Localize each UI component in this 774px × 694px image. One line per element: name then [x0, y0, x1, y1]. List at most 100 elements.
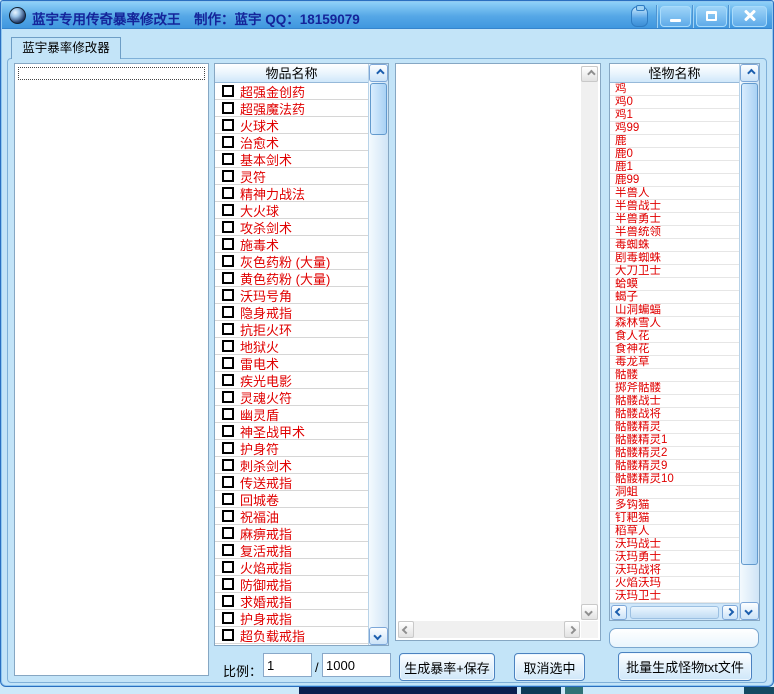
monster-row[interactable]: 鸡0 [610, 96, 739, 109]
monster-row[interactable]: 剧毒蜘蛛 [610, 252, 739, 265]
output-vertical-scrollbar[interactable] [581, 66, 598, 620]
scroll-right-button[interactable] [722, 605, 738, 620]
title-bar[interactable]: 蓝宇专用传奇暴率修改王 制作：蓝宇 QQ：18159079 [2, 2, 772, 29]
item-checkbox[interactable] [222, 289, 234, 301]
item-row[interactable]: 黄色药粉 (大量) [215, 270, 368, 287]
monster-row[interactable]: 骷髅精灵 [610, 421, 739, 434]
item-row[interactable]: 复活戒指 [215, 542, 368, 559]
monster-row[interactable]: 沃玛卫士 [610, 590, 739, 603]
monster-row[interactable]: 大刀卫士 [610, 265, 739, 278]
item-row[interactable]: 雷电术 [215, 355, 368, 372]
scroll-down-button[interactable] [581, 604, 598, 620]
tab-rate-modifier[interactable]: 蓝宇暴率修改器 [11, 37, 121, 59]
item-row[interactable]: 传送戒指 [215, 474, 368, 491]
monster-row[interactable]: 半兽勇士 [610, 213, 739, 226]
item-checkbox[interactable] [222, 629, 234, 641]
monster-row[interactable]: 毒龙草 [610, 356, 739, 369]
item-checkbox[interactable] [222, 340, 234, 352]
monsters-horizontal-scrollbar[interactable] [610, 603, 739, 620]
close-button[interactable] [732, 6, 767, 27]
item-row[interactable]: 火焰戒指 [215, 559, 368, 576]
items-scrollbar[interactable] [368, 64, 388, 645]
monster-row[interactable]: 半兽人 [610, 187, 739, 200]
maximize-button[interactable] [696, 6, 727, 27]
monster-row[interactable]: 沃玛勇士 [610, 551, 739, 564]
item-row[interactable]: 地狱火 [215, 338, 368, 355]
scroll-up-button[interactable] [581, 66, 598, 82]
item-checkbox[interactable] [222, 476, 234, 488]
monster-row[interactable]: 鸡99 [610, 122, 739, 135]
item-checkbox[interactable] [222, 272, 234, 284]
item-row[interactable]: 大火球 [215, 202, 368, 219]
item-checkbox[interactable] [222, 374, 234, 386]
monster-row[interactable]: 骷髅精灵10 [610, 473, 739, 486]
item-row[interactable]: 超强魔法药 [215, 100, 368, 117]
scroll-right-button[interactable] [564, 621, 580, 638]
item-row[interactable]: 隐身戒指 [215, 304, 368, 321]
ratio-numerator-input[interactable] [263, 653, 312, 677]
item-checkbox[interactable] [222, 561, 234, 573]
scrollbar-track[interactable] [369, 136, 388, 627]
monster-row[interactable]: 毒蜘蛛 [610, 239, 739, 252]
item-checkbox[interactable] [222, 153, 234, 165]
item-checkbox[interactable] [222, 408, 234, 420]
item-row[interactable]: 沃玛号角 [215, 287, 368, 304]
item-checkbox[interactable] [222, 391, 234, 403]
monster-row[interactable]: 鹿99 [610, 174, 739, 187]
monster-row[interactable]: 骷髅战将 [610, 408, 739, 421]
monster-row[interactable]: 鸡1 [610, 109, 739, 122]
monster-row[interactable]: 蛤蟆 [610, 278, 739, 291]
scroll-left-button[interactable] [611, 605, 627, 620]
monster-row[interactable]: 半兽战士 [610, 200, 739, 213]
item-row[interactable]: 麻痹戒指 [215, 525, 368, 542]
item-row[interactable]: 灵魂火符 [215, 389, 368, 406]
item-checkbox[interactable] [222, 493, 234, 505]
item-checkbox[interactable] [222, 459, 234, 471]
monster-row[interactable]: 钉耙猫 [610, 512, 739, 525]
scroll-up-button[interactable] [740, 64, 759, 82]
scrollbar-thumb[interactable] [741, 83, 758, 565]
output-text-area[interactable] [395, 63, 601, 641]
scrollbar-thumb[interactable] [630, 606, 719, 619]
item-row[interactable]: 防御戒指 [215, 576, 368, 593]
monster-row[interactable]: 沃玛战士 [610, 538, 739, 551]
monster-row[interactable]: 稻草人 [610, 525, 739, 538]
item-checkbox[interactable] [222, 510, 234, 522]
item-row[interactable]: 祝福油 [215, 508, 368, 525]
scroll-down-button[interactable] [740, 602, 759, 620]
monster-row[interactable]: 沃玛战将 [610, 564, 739, 577]
item-checkbox[interactable] [222, 357, 234, 369]
item-row[interactable]: 超负载戒指 [215, 627, 368, 644]
item-checkbox[interactable] [222, 425, 234, 437]
item-row[interactable]: 精神力战法 [215, 185, 368, 202]
item-row[interactable]: 护身戒指 [215, 610, 368, 627]
item-row[interactable]: 治愈术 [215, 134, 368, 151]
item-checkbox[interactable] [222, 221, 234, 233]
selected-list[interactable] [14, 63, 209, 676]
monster-row[interactable]: 火焰沃玛 [610, 577, 739, 590]
monster-row[interactable]: 骷髅精灵1 [610, 434, 739, 447]
item-row[interactable]: 灵符 [215, 168, 368, 185]
item-checkbox[interactable] [222, 442, 234, 454]
monster-row[interactable]: 骷髅精灵9 [610, 460, 739, 473]
monster-row[interactable]: 骷髅精灵2 [610, 447, 739, 460]
monster-row[interactable]: 食人花 [610, 330, 739, 343]
item-checkbox[interactable] [222, 255, 234, 267]
item-checkbox[interactable] [222, 170, 234, 182]
item-row[interactable]: 灰色药粉 (大量) [215, 253, 368, 270]
item-checkbox[interactable] [222, 527, 234, 539]
output-horizontal-scrollbar[interactable] [398, 621, 580, 638]
app-icon[interactable] [9, 7, 26, 24]
monster-row[interactable]: 山洞蝙蝠 [610, 304, 739, 317]
scroll-up-button[interactable] [369, 64, 388, 82]
item-checkbox[interactable] [222, 323, 234, 335]
generate-save-button[interactable]: 生成暴率+保存 [399, 653, 495, 681]
skin-jar-icon[interactable] [631, 6, 648, 27]
monster-row[interactable]: 骷髅战士 [610, 395, 739, 408]
scroll-left-button[interactable] [398, 621, 414, 638]
item-checkbox[interactable] [222, 544, 234, 556]
item-row[interactable]: 施毒术 [215, 236, 368, 253]
item-checkbox[interactable] [222, 306, 234, 318]
item-row[interactable]: 火球术 [215, 117, 368, 134]
item-row[interactable]: 基本剑术 [215, 151, 368, 168]
